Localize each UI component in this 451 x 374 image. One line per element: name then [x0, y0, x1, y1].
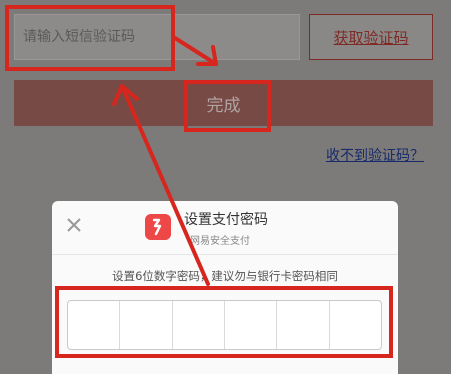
get-code-button[interactable]: 获取验证码 [309, 14, 433, 60]
annotation-box-sms-input [5, 5, 175, 71]
close-icon[interactable] [66, 217, 82, 233]
annotation-box-pin [55, 286, 393, 358]
annotation-box-done [184, 80, 271, 132]
netease-pay-logo-icon [145, 214, 171, 240]
sheet-title: 设置支付密码 [184, 212, 268, 228]
sheet-divider [52, 254, 398, 255]
no-code-link[interactable]: 收不到验证码？ [326, 145, 424, 165]
sheet-subtitle: 网易安全支付 [190, 236, 250, 247]
password-hint: 设置6位数字密码，建议勿与银行卡密码相同 [112, 269, 338, 283]
